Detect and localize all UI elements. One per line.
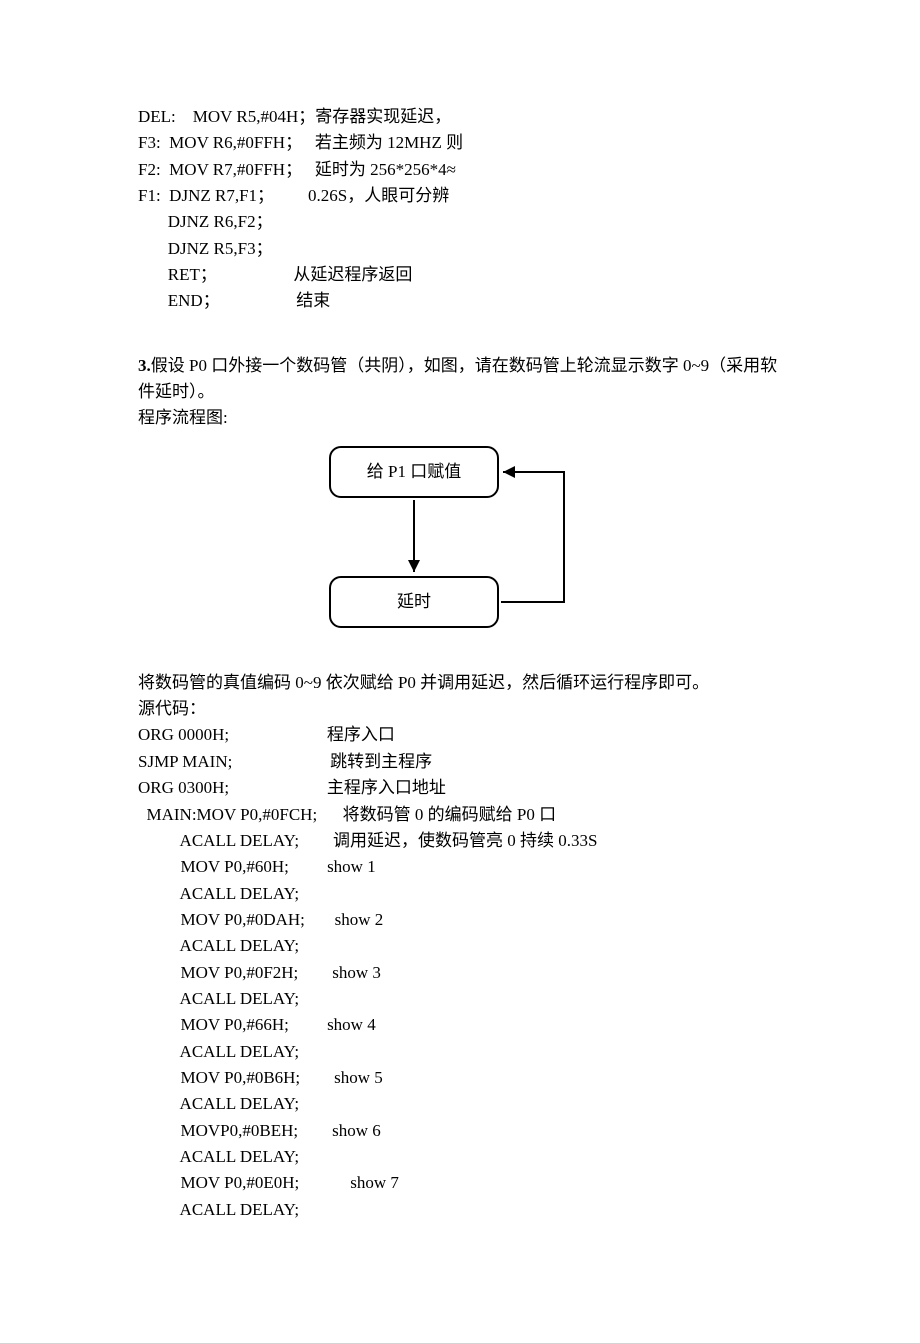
question-number: 3. <box>138 356 151 375</box>
code-line: ACALL DELAY; <box>138 986 780 1012</box>
flowchart-label: 程序流程图: <box>138 405 780 431</box>
code-line: ACALL DELAY; <box>138 933 780 959</box>
page-container: DEL: MOV R5,#04H；寄存器实现延迟， F3: MOV R6,#0F… <box>0 0 920 1343</box>
code-line: MOV P0,#60H; show 1 <box>138 854 780 880</box>
code-line: MOVP0,#0BEH; show 6 <box>138 1118 780 1144</box>
code-line: ACALL DELAY; <box>138 1144 780 1170</box>
code-line: RET； 从延迟程序返回 <box>138 262 780 288</box>
source-code-label: 源代码： <box>138 696 780 722</box>
code-line: F1: DJNZ R7,F1； 0.26S，人眼可分辨 <box>138 183 780 209</box>
code-line: ACALL DELAY; 调用延迟，使数码管亮 0 持续 0.33S <box>138 828 780 854</box>
code-line: MOV P0,#0DAH; show 2 <box>138 907 780 933</box>
code-line: F2: MOV R7,#0FFH； 延时为 256*256*4≈ <box>138 157 780 183</box>
flowchart-arrows <box>309 438 609 658</box>
code-line: ORG 0300H; 主程序入口地址 <box>138 775 780 801</box>
code-line: ORG 0000H; 程序入口 <box>138 722 780 748</box>
code-line: ACALL DELAY; <box>138 1197 780 1223</box>
flowchart: 给 P1 口赋值 延时 <box>309 438 609 658</box>
code-line: ACALL DELAY; <box>138 1039 780 1065</box>
code-line: END； 结束 <box>138 288 780 314</box>
code-line: MOV P0,#0B6H; show 5 <box>138 1065 780 1091</box>
code-line: ACALL DELAY; <box>138 881 780 907</box>
code-line: DJNZ R5,F3； <box>138 236 780 262</box>
question-3: 3.假设 P0 口外接一个数码管（共阴），如图，请在数码管上轮流显示数字 0~9… <box>138 353 780 406</box>
code-line: DJNZ R6,F2； <box>138 209 780 235</box>
code-line: ACALL DELAY; <box>138 1091 780 1117</box>
code-block-2: ORG 0000H; 程序入口 SJMP MAIN; 跳转到主程序 ORG 03… <box>138 722 780 1223</box>
explanation-text: 将数码管的真值编码 0~9 依次赋给 P0 并调用延迟，然后循环运行程序即可。 <box>138 670 780 696</box>
code-line: F3: MOV R6,#0FFH； 若主频为 12MHZ 则 <box>138 130 780 156</box>
code-block-1: DEL: MOV R5,#04H；寄存器实现延迟， F3: MOV R6,#0F… <box>138 104 780 315</box>
code-line: MOV P0,#0F2H; show 3 <box>138 960 780 986</box>
code-line: MAIN:MOV P0,#0FCH; 将数码管 0 的编码赋给 P0 口 <box>138 802 780 828</box>
code-line: DEL: MOV R5,#04H；寄存器实现延迟， <box>138 104 780 130</box>
question-text: 假设 P0 口外接一个数码管（共阴），如图，请在数码管上轮流显示数字 0~9（采… <box>138 356 777 401</box>
code-line: MOV P0,#66H; show 4 <box>138 1012 780 1038</box>
code-line: SJMP MAIN; 跳转到主程序 <box>138 749 780 775</box>
code-line: MOV P0,#0E0H; show 7 <box>138 1170 780 1196</box>
